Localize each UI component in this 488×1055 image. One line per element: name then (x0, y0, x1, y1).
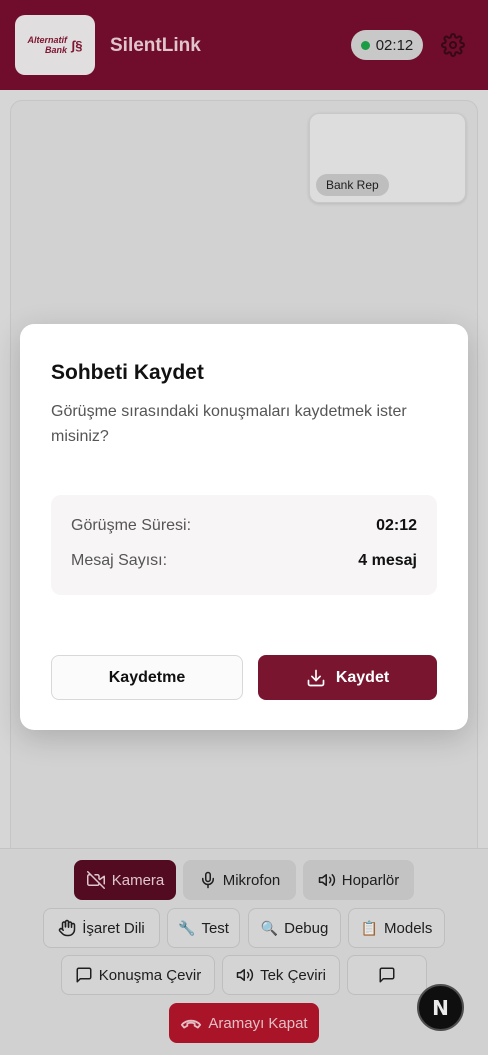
dialog-title: Sohbeti Kaydet (51, 361, 204, 384)
duration-value: 02:12 (376, 517, 417, 534)
duration-label: Görüşme Süresi: (71, 517, 192, 534)
message-count-row: Mesaj Sayısı: 4 mesaj (71, 552, 417, 576)
dont-save-button[interactable]: Kaydetme (51, 655, 243, 700)
save-button[interactable]: Kaydet (258, 655, 437, 700)
save-chat-dialog: Sohbeti Kaydet Görüşme sırasındaki konuş… (20, 324, 468, 730)
save-button-label: Kaydet (335, 668, 390, 686)
call-summary: Görüşme Süresi: 02:12 Mesaj Sayısı: 4 me… (51, 495, 437, 595)
message-count-value: 4 mesaj (358, 552, 417, 569)
message-count-label: Mesaj Sayısı: (71, 552, 168, 569)
duration-row: Görüşme Süresi: 02:12 (71, 517, 417, 541)
download-icon (307, 669, 325, 686)
dialog-description: Görüşme sırasındaki konuşmaları kaydetme… (51, 403, 407, 445)
